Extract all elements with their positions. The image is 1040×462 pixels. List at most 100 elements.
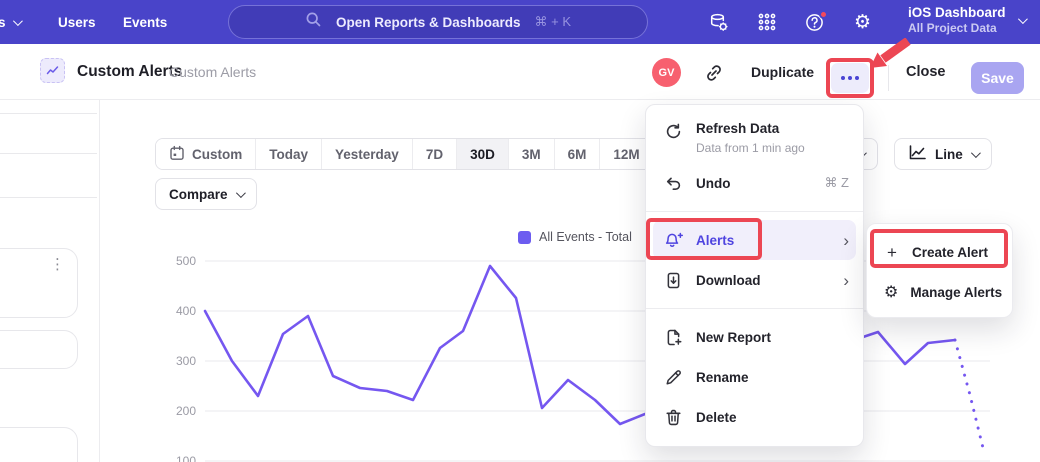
menu-item-refresh-data[interactable]: Refresh Data Data from 1 min ago xyxy=(646,113,863,163)
settings-gear-icon[interactable]: ⚙ xyxy=(852,12,873,33)
report-header-row: Custom Alerts Custom Alerts GV Duplicate… xyxy=(0,44,1040,100)
left-sidebar: ⋮ xyxy=(0,100,100,462)
alerts-submenu: + Create Alert ⚙ Manage Alerts xyxy=(866,223,1013,318)
date-range-custom[interactable]: Custom xyxy=(156,139,256,169)
mixpanel-report-screen: s Users Events Open Reports & Dashboards… xyxy=(0,0,1040,462)
chart-legend: All Events - Total xyxy=(518,230,632,244)
close-button[interactable]: Close xyxy=(906,64,946,80)
top-navigation-bar: s Users Events Open Reports & Dashboards… xyxy=(0,0,1040,44)
avatar[interactable]: GV xyxy=(652,58,681,87)
menu-label-refresh: Refresh Data xyxy=(696,121,779,136)
submenu-arrow-icon: › xyxy=(843,272,849,289)
date-range-today[interactable]: Today xyxy=(256,139,322,169)
global-search-input[interactable]: Open Reports & Dashboards ⌘ + K xyxy=(228,5,648,39)
chart-type-label: Line xyxy=(935,147,963,162)
menu-item-download[interactable]: Download › xyxy=(646,260,863,300)
plus-icon: + xyxy=(884,244,900,260)
menu-label-download: Download xyxy=(696,273,761,288)
pencil-icon xyxy=(664,368,683,387)
date-range-control: Custom Today Yesterday 7D 30D 3M 6M 12M xyxy=(155,138,654,170)
download-icon xyxy=(664,271,683,290)
alert-bell-plus-icon xyxy=(664,231,683,250)
sidebar-divider xyxy=(0,197,97,198)
gear-icon: ⚙ xyxy=(884,284,898,300)
date-range-yesterday[interactable]: Yesterday xyxy=(322,139,413,169)
topbar-icon-group: ⚙ xyxy=(708,0,873,44)
date-range-6m[interactable]: 6M xyxy=(555,139,601,169)
chevron-down-icon xyxy=(1017,14,1027,24)
search-shortcut-hint: ⌘ + K xyxy=(535,14,572,30)
menu-item-rename[interactable]: Rename xyxy=(646,357,863,397)
report-options-menu: Refresh Data Data from 1 min ago Undo ⌘ … xyxy=(645,104,864,447)
search-placeholder: Open Reports & Dashboards xyxy=(336,15,521,30)
date-range-label: Custom xyxy=(192,147,242,162)
menu-divider xyxy=(646,308,863,309)
svg-text:400: 400 xyxy=(176,304,196,318)
svg-text:100: 100 xyxy=(176,454,196,462)
search-icon xyxy=(305,11,322,33)
report-chart-icon xyxy=(40,58,65,83)
nav-item-users[interactable]: Users xyxy=(58,0,96,44)
date-range-3m[interactable]: 3M xyxy=(509,139,555,169)
line-chart-type-icon xyxy=(908,144,927,164)
undo-shortcut: ⌘ Z xyxy=(824,175,849,191)
refresh-icon xyxy=(664,122,683,141)
menu-label-new-report: New Report xyxy=(696,330,771,345)
sidebar-card[interactable] xyxy=(0,248,78,318)
sidebar-card[interactable] xyxy=(0,427,78,462)
svg-text:500: 500 xyxy=(176,254,196,268)
project-switcher[interactable]: iOS Dashboard All Project Data xyxy=(908,5,1025,35)
sidebar-divider xyxy=(0,113,97,114)
submenu-item-manage-alerts[interactable]: ⚙ Manage Alerts xyxy=(867,272,1012,312)
create-alert-label: Create Alert xyxy=(912,245,988,260)
help-icon[interactable] xyxy=(804,12,825,33)
menu-item-delete[interactable]: Delete xyxy=(646,397,863,437)
data-management-icon[interactable] xyxy=(708,12,729,33)
new-report-icon xyxy=(664,328,683,347)
kebab-menu-icon[interactable]: ⋮ xyxy=(50,256,65,273)
submenu-item-create-alert[interactable]: + Create Alert xyxy=(867,232,1012,272)
menu-label-delete: Delete xyxy=(696,410,737,425)
nav-item-truncated-label: s xyxy=(0,15,6,30)
calendar-icon xyxy=(169,145,185,164)
sidebar-card[interactable] xyxy=(0,330,78,369)
nav-item-events[interactable]: Events xyxy=(123,0,167,44)
manage-alerts-label: Manage Alerts xyxy=(910,285,1002,300)
project-name: iOS Dashboard xyxy=(908,5,1006,20)
menu-divider xyxy=(646,211,863,212)
svg-text:300: 300 xyxy=(176,354,196,368)
chart-type-button[interactable]: Line xyxy=(894,138,992,170)
undo-icon xyxy=(664,174,683,193)
menu-item-undo[interactable]: Undo ⌘ Z xyxy=(646,163,863,203)
breadcrumb: Custom Alerts xyxy=(169,64,256,80)
save-button[interactable]: Save xyxy=(971,62,1024,94)
apps-grid-icon[interactable] xyxy=(756,12,777,33)
menu-item-new-report[interactable]: New Report xyxy=(646,317,863,357)
nav-users-label: Users xyxy=(58,15,96,30)
menu-label-alerts: Alerts xyxy=(696,233,734,248)
chevron-down-icon xyxy=(12,16,22,26)
legend-series-label: All Events - Total xyxy=(539,230,632,244)
chevron-down-icon xyxy=(235,188,245,198)
notification-dot xyxy=(819,10,828,19)
svg-text:200: 200 xyxy=(176,404,196,418)
nav-events-label: Events xyxy=(123,15,167,30)
copy-link-icon[interactable] xyxy=(703,62,725,84)
menu-item-alerts[interactable]: Alerts › xyxy=(653,220,856,260)
project-scope: All Project Data xyxy=(908,21,1006,35)
legend-swatch xyxy=(518,231,531,244)
page-title: Custom Alerts xyxy=(77,63,182,81)
compare-label: Compare xyxy=(169,187,228,202)
menu-label-undo: Undo xyxy=(696,176,731,191)
trash-icon xyxy=(664,408,683,427)
compare-button[interactable]: Compare xyxy=(155,178,257,210)
date-range-7d[interactable]: 7D xyxy=(413,139,457,169)
refresh-subtitle: Data from 1 min ago xyxy=(696,141,805,155)
chevron-down-icon xyxy=(971,148,981,158)
date-range-30d[interactable]: 30D xyxy=(457,139,509,169)
submenu-arrow-icon: › xyxy=(843,232,849,249)
nav-item-truncated[interactable]: s xyxy=(0,0,20,44)
duplicate-button[interactable]: Duplicate xyxy=(751,64,814,80)
more-options-button[interactable] xyxy=(831,63,869,93)
menu-label-rename: Rename xyxy=(696,370,749,385)
